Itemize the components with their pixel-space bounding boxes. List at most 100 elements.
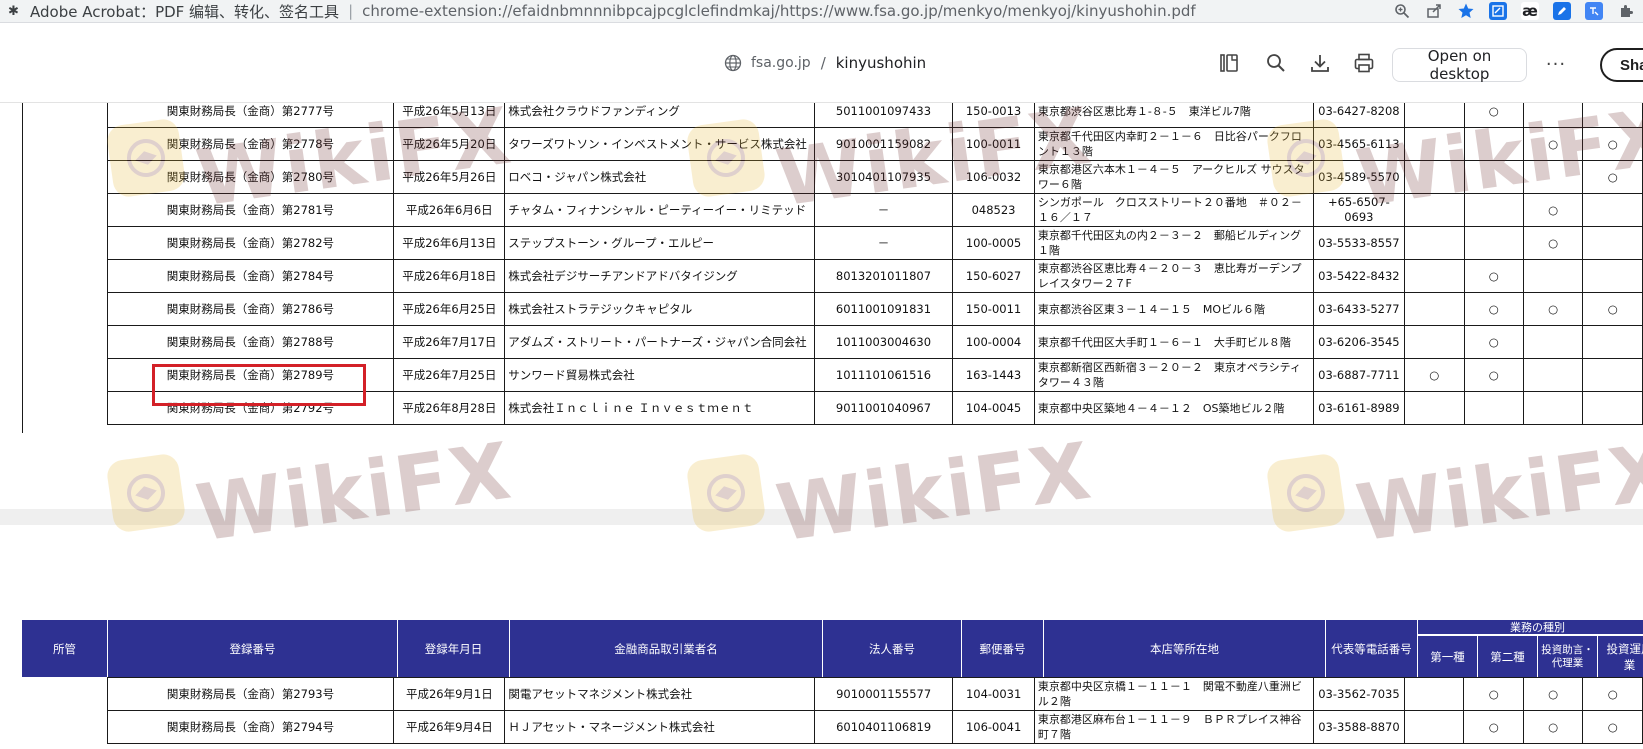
jurisdiction-cell	[22, 325, 108, 359]
more-options-icon[interactable]: ···	[1544, 52, 1568, 76]
table-row: 関東財務局長（金商）第2794号 平成26年9月4日 ＨＪアセット・マネージメント株…	[22, 710, 1643, 744]
header-type1: 第一種	[1418, 636, 1478, 677]
reg-date-cell: 平成26年8月28日	[393, 391, 506, 425]
wikifx-logo-icon	[685, 452, 767, 534]
extension-ae-icon[interactable]: æ	[1521, 2, 1539, 20]
breadcrumb-domain[interactable]: fsa.go.jp	[751, 55, 811, 71]
corp-no-cell: 1011003004630	[813, 325, 954, 359]
header-corp-no: 法人番号	[823, 620, 962, 677]
share-button[interactable]: Share	[1600, 48, 1643, 82]
address-bar[interactable]: ✱ Adobe Acrobat：PDF 编辑、转化、签名工具 | chrome-…	[0, 0, 1643, 23]
jurisdiction-cell	[22, 127, 108, 161]
reg-no-cell: 関東財務局長（金商）第2784号	[106, 259, 395, 293]
table-row: 関東財務局長（金商）第2793号 平成26年9月1日 関電アセットマネジメント株式会…	[22, 677, 1643, 711]
table-row: 関東財務局長（金商）第2784号 平成26年6月18日 株式会社デジサーチアンドアド…	[22, 259, 1643, 293]
wikifx-logo-icon	[105, 117, 187, 199]
company-name-cell: 関電アセットマネジメント株式会社	[504, 677, 815, 711]
corp-no-cell: 1011101061516	[813, 358, 954, 392]
postal-code-cell: 104-0045	[952, 391, 1035, 425]
phone-cell: 03-6433-5277	[1312, 292, 1406, 326]
watermark-text: WikiFX	[1351, 426, 1643, 560]
postal-code-cell: 100-0005	[952, 226, 1035, 260]
postal-code-cell: 106-0041	[952, 710, 1035, 744]
postal-code-cell: 150-6027	[952, 259, 1035, 293]
breadcrumb: fsa.go.jp / kinyushohin	[724, 23, 926, 102]
table-row: 関東財務局長（金商）第2786号 平成26年6月25日 株式会社ストラテジックキャピ…	[22, 292, 1643, 326]
extension-puzzle-icon[interactable]: ✱	[8, 4, 22, 19]
header-name: 金融商品取引業者名	[510, 620, 823, 677]
open-on-desktop-button[interactable]: Open on desktop	[1392, 47, 1527, 83]
type2-mark-cell: ○	[1463, 325, 1524, 359]
postal-code-cell: 100-0004	[952, 325, 1035, 359]
jurisdiction-cell	[22, 160, 108, 194]
corp-no-cell: 8013201011807	[813, 259, 954, 293]
wikifx-logo-icon	[105, 452, 187, 534]
extension-edit-icon[interactable]	[1553, 2, 1571, 20]
type1-mark-cell	[1404, 325, 1465, 359]
advisory-mark-cell	[1522, 358, 1584, 392]
address-cell: 東京都港区麻布台１－１１－９ ＢＰＲプレイス神谷町７階	[1033, 710, 1314, 744]
header-jurisdiction: 所管	[22, 620, 108, 677]
management-mark-cell: ○	[1582, 677, 1643, 711]
breadcrumb-slash: /	[820, 53, 826, 72]
globe-icon	[724, 54, 742, 71]
advisory-mark-cell	[1522, 259, 1584, 293]
advisory-mark-cell: ○	[1522, 677, 1584, 711]
advisory-mark-cell: ○	[1522, 226, 1584, 260]
header-postal: 郵便番号	[962, 620, 1044, 677]
extension-translate-icon[interactable]	[1489, 2, 1507, 20]
pdf-viewer[interactable]: 関東財務局長（金商）第2777号 平成26年5月13日 株式会社クラウドファンディン…	[0, 103, 1643, 749]
management-mark-cell: ○	[1582, 710, 1643, 744]
management-mark-cell	[1582, 358, 1643, 392]
print-icon[interactable]	[1353, 52, 1375, 74]
jurisdiction-cell	[22, 391, 108, 425]
download-icon[interactable]	[1309, 52, 1331, 74]
wikifx-logo-icon	[1265, 452, 1347, 534]
highlight-box	[152, 364, 366, 406]
jurisdiction-cell	[22, 259, 108, 293]
extension-translate-alt-icon[interactable]	[1585, 2, 1603, 20]
type1-mark-cell: ○	[1404, 358, 1465, 392]
table-row: 関東財務局長（金商）第2782号 平成26年6月13日 ステップストーン・グループ・…	[22, 226, 1643, 260]
management-mark-cell	[1582, 259, 1643, 293]
type1-mark-cell	[1404, 259, 1465, 293]
phone-cell: 03-3562-7035	[1312, 677, 1406, 711]
company-name-cell: ＨＪアセット・マネージメント株式会社	[504, 710, 815, 744]
jurisdiction-cell	[22, 292, 108, 326]
type1-mark-cell	[1404, 226, 1465, 260]
jurisdiction-cell	[22, 226, 108, 260]
share-page-icon[interactable]	[1425, 2, 1443, 20]
header-reg-date: 登録年月日	[398, 620, 510, 677]
jurisdiction-cell	[22, 710, 108, 744]
watermark: WikiFX	[685, 426, 1098, 560]
management-mark-cell	[1582, 325, 1643, 359]
company-name-cell: ステップストーン・グループ・エルピー	[504, 226, 815, 260]
page-url[interactable]: chrome-extension://efaidnbmnnnibpcajpcgl…	[362, 2, 1196, 20]
postal-code-cell: 104-0031	[952, 677, 1035, 711]
header-address: 本店等所在地	[1044, 620, 1326, 677]
type2-mark-cell: ○	[1463, 677, 1524, 711]
bookmark-star-icon[interactable]	[1457, 2, 1475, 20]
breadcrumb-filename: kinyushohin	[835, 53, 927, 72]
jurisdiction-cell	[22, 103, 108, 128]
zoom-icon[interactable]	[1393, 2, 1411, 20]
reg-no-cell: 関東財務局長（金商）第2794号	[106, 710, 395, 744]
watermark: WikiFX	[105, 426, 518, 560]
corp-no-cell: 9010001155577	[813, 677, 954, 711]
type2-mark-cell: ○	[1463, 292, 1524, 326]
company-name-cell: 株式会社Ｉｎｃｌｉｎｅ Ｉｎｖｅｓｔｍｅｎｔ	[504, 391, 815, 425]
postal-code-cell: 163-1443	[952, 358, 1035, 392]
address-cell: 東京都中央区京橋１－１１－１ 関電不動産八重洲ビル２階	[1033, 677, 1314, 711]
phone-cell: 03-6887-7711	[1312, 358, 1406, 392]
search-icon[interactable]	[1265, 52, 1287, 74]
company-name-cell: アダムズ・ストリート・パートナーズ・ジャパン合同会社	[504, 325, 815, 359]
thumbnails-icon[interactable]	[1218, 52, 1240, 74]
app-name: Adobe Acrobat：PDF 编辑、转化、签名工具	[30, 2, 340, 21]
type1-mark-cell	[1404, 391, 1465, 425]
header-advisory: 投資助言・代理業	[1538, 636, 1598, 677]
management-mark-cell: ○	[1582, 292, 1643, 326]
phone-cell: 03-6161-8989	[1312, 391, 1406, 425]
extensions-icon[interactable]	[1617, 2, 1635, 20]
reg-no-cell: 関東財務局長（金商）第2788号	[106, 325, 395, 359]
reg-date-cell: 平成26年6月25日	[393, 292, 506, 326]
